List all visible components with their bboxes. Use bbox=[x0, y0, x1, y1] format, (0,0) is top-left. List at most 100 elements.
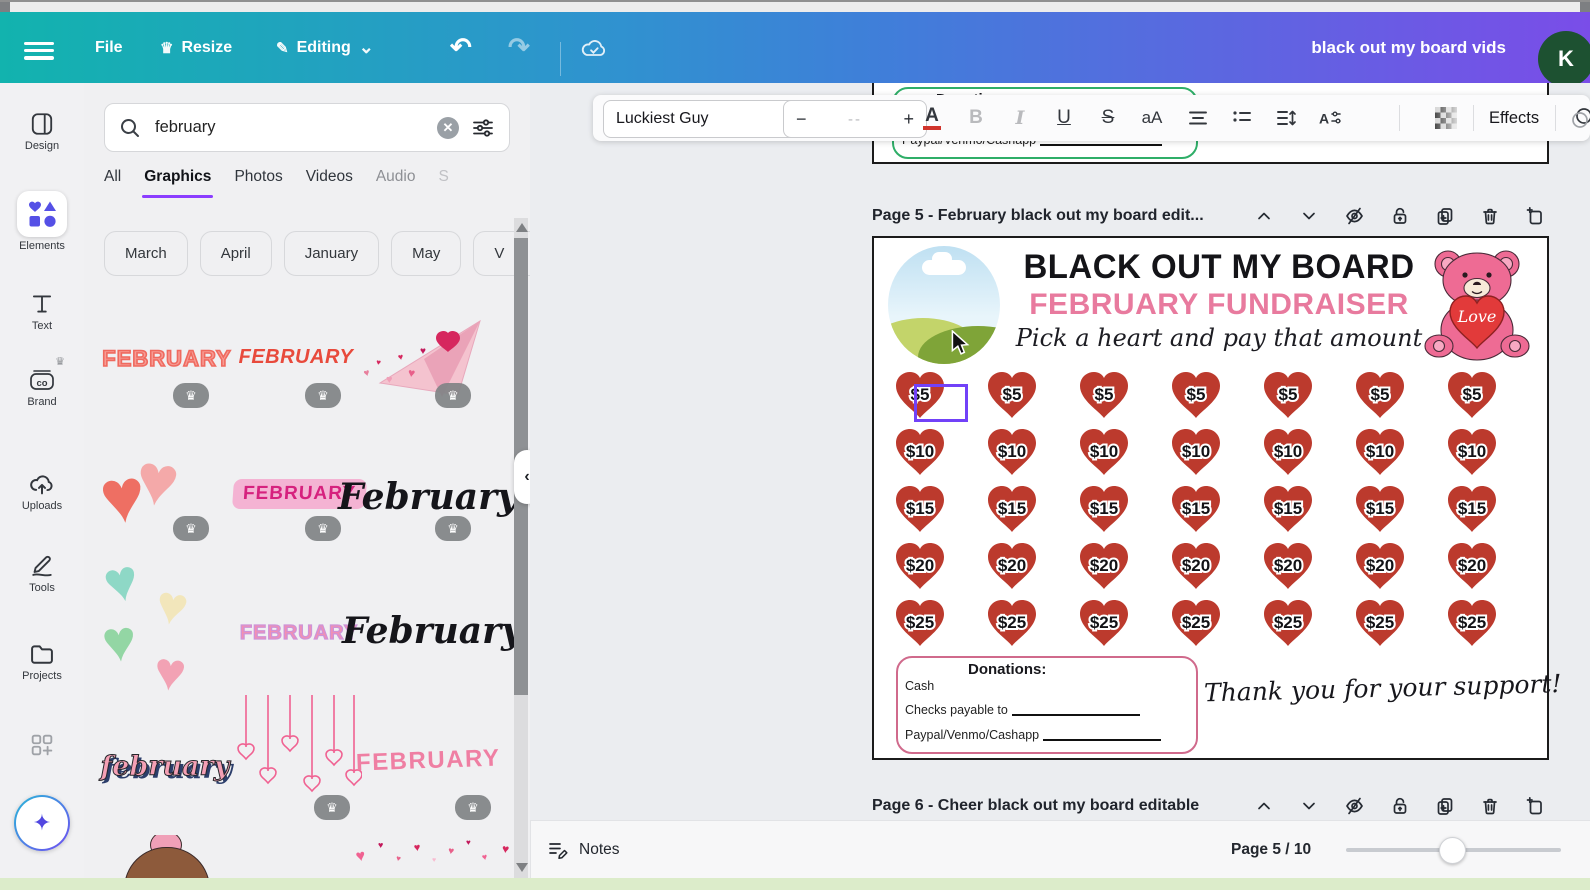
bullet-list-button[interactable] bbox=[1225, 95, 1259, 141]
add-page-icon[interactable] bbox=[1525, 796, 1545, 816]
heart-5-col5[interactable]: $5 bbox=[1260, 370, 1316, 422]
text-color-button[interactable]: A bbox=[915, 95, 949, 141]
sidebar-item-projects[interactable]: Projects bbox=[0, 641, 84, 682]
heart-5-col3[interactable]: $5 bbox=[1076, 370, 1132, 422]
delete-page-icon[interactable] bbox=[1480, 206, 1500, 226]
underline-button[interactable]: U bbox=[1047, 95, 1081, 141]
heart-20-col5[interactable]: $20 bbox=[1260, 541, 1316, 593]
delete-page-icon[interactable] bbox=[1480, 796, 1500, 816]
lock-page-icon[interactable] bbox=[1390, 206, 1410, 226]
effects-button[interactable]: Effects bbox=[1489, 95, 1539, 141]
heart-25-col2[interactable]: $25 bbox=[984, 598, 1040, 650]
move-page-down-icon[interactable] bbox=[1299, 796, 1319, 816]
notes-button[interactable]: Notes bbox=[547, 821, 620, 879]
move-page-up-icon[interactable] bbox=[1254, 206, 1274, 226]
duplicate-page-icon[interactable] bbox=[1435, 206, 1455, 226]
heart-10-col7[interactable]: $10 bbox=[1444, 427, 1500, 479]
magic-ai-button[interactable]: ✦ bbox=[14, 795, 70, 851]
heart-15-col6[interactable]: $15 bbox=[1352, 484, 1408, 536]
heart-25-col1[interactable]: $25 bbox=[892, 598, 948, 650]
graphic-tile-february-brush[interactable]: February bbox=[364, 595, 500, 667]
sidebar-item-brand[interactable]: co ♛ Brand bbox=[0, 365, 84, 408]
graphic-tile-february-coral[interactable]: FEBRUARY bbox=[104, 335, 230, 383]
heart-20-col4[interactable]: $20 bbox=[1168, 541, 1224, 593]
editing-dropdown[interactable]: ✎ Editing ⌄ bbox=[276, 12, 374, 83]
page5-donations-box[interactable]: Donations: Cash Checks payable to Paypal… bbox=[896, 656, 1198, 754]
redo-button[interactable]: ↷ bbox=[508, 12, 530, 83]
graphic-tile-character[interactable] bbox=[120, 835, 212, 878]
heart-5-col7[interactable]: $5 bbox=[1444, 370, 1500, 422]
heart-15-col1[interactable]: $15 bbox=[892, 484, 948, 536]
hide-page-icon[interactable] bbox=[1344, 206, 1365, 226]
sidebar-item-tools[interactable]: Tools bbox=[0, 551, 84, 594]
font-size-increase-button[interactable]: + bbox=[903, 109, 914, 130]
graphic-tile-february-marker[interactable]: FEBRUARY bbox=[362, 735, 494, 787]
add-page-icon[interactable] bbox=[1525, 206, 1545, 226]
page6-header-title[interactable]: Page 6 - Cheer black out my board editab… bbox=[872, 797, 1199, 815]
page5[interactable]: BLACK OUT MY BOARD FEBRUARY FUNDRAISER P… bbox=[872, 236, 1549, 760]
heart-10-col6[interactable]: $10 bbox=[1352, 427, 1408, 479]
heart-20-col1[interactable]: $20 bbox=[892, 541, 948, 593]
heart-25-col3[interactable]: $25 bbox=[1076, 598, 1132, 650]
scroll-down-arrow[interactable] bbox=[516, 863, 528, 872]
heart-10-col3[interactable]: $10 bbox=[1076, 427, 1132, 479]
heart-5-col4[interactable]: $5 bbox=[1168, 370, 1224, 422]
sidebar-item-uploads[interactable]: Uploads bbox=[0, 471, 84, 512]
letter-spacing-button[interactable]: A bbox=[1313, 95, 1347, 141]
resize-button[interactable]: ♛ Resize bbox=[160, 12, 232, 83]
avatar[interactable]: K bbox=[1538, 31, 1590, 87]
font-family-selector[interactable]: Luckiest Guy bbox=[603, 100, 799, 138]
graphic-tile-paper-plane-hearts[interactable]: ♥♥♥♥♥♥ bbox=[362, 315, 492, 407]
font-size-decrease-button[interactable]: − bbox=[796, 109, 807, 130]
sidebar-item-text[interactable]: Text bbox=[0, 291, 84, 332]
heart-15-col3[interactable]: $15 bbox=[1076, 484, 1132, 536]
undo-button[interactable]: ↶ bbox=[450, 12, 472, 83]
scroll-up-arrow[interactable] bbox=[516, 223, 528, 232]
sidebar-item-design[interactable]: Design bbox=[0, 111, 84, 152]
heart-10-col1[interactable]: $10 bbox=[892, 427, 948, 479]
sidebar-item-apps[interactable] bbox=[0, 731, 84, 759]
heart-15-col2[interactable]: $15 bbox=[984, 484, 1040, 536]
page5-header-title[interactable]: Page 5 - February black out my board edi… bbox=[872, 207, 1204, 225]
heart-20-col7[interactable]: $20 bbox=[1444, 541, 1500, 593]
animate-button[interactable] bbox=[1565, 95, 1590, 141]
cloud-save-button[interactable] bbox=[580, 12, 608, 83]
heart-20-col2[interactable]: $20 bbox=[984, 541, 1040, 593]
hide-page-icon[interactable] bbox=[1344, 796, 1365, 816]
graphic-tile-hearts-scatter[interactable]: ♥♥♥♥♥♥♥♥♥♥♥♥♥ bbox=[352, 839, 530, 878]
move-page-up-icon[interactable] bbox=[1254, 796, 1274, 816]
line-spacing-button[interactable] bbox=[1269, 95, 1303, 141]
file-menu[interactable]: File bbox=[95, 12, 123, 83]
hamburger-menu-icon[interactable] bbox=[24, 38, 54, 64]
sidebar-item-elements[interactable]: Elements bbox=[0, 191, 84, 252]
zoom-slider-thumb[interactable] bbox=[1439, 837, 1466, 864]
heart-10-col2[interactable]: $10 bbox=[984, 427, 1040, 479]
heart-10-col4[interactable]: $10 bbox=[1168, 427, 1224, 479]
document-title[interactable]: black out my board vids bbox=[1311, 12, 1506, 83]
heart-25-col4[interactable]: $25 bbox=[1168, 598, 1224, 650]
heart-10-col5[interactable]: $10 bbox=[1260, 427, 1316, 479]
bold-button[interactable]: B bbox=[959, 95, 993, 141]
transparency-button[interactable] bbox=[1435, 107, 1457, 129]
strikethrough-button[interactable]: S bbox=[1091, 95, 1125, 141]
heart-15-col7[interactable]: $15 bbox=[1444, 484, 1500, 536]
heart-15-col5[interactable]: $15 bbox=[1260, 484, 1316, 536]
heart-20-col6[interactable]: $20 bbox=[1352, 541, 1408, 593]
move-page-down-icon[interactable] bbox=[1299, 206, 1319, 226]
lock-page-icon[interactable] bbox=[1390, 796, 1410, 816]
heart-25-col6[interactable]: $25 bbox=[1352, 598, 1408, 650]
alignment-button[interactable] bbox=[1181, 95, 1215, 141]
heart-5-col2[interactable]: $5 bbox=[984, 370, 1040, 422]
duplicate-page-icon[interactable] bbox=[1435, 796, 1455, 816]
italic-button[interactable]: I bbox=[1003, 95, 1037, 141]
font-size-value[interactable]: -- bbox=[848, 111, 862, 128]
graphic-tile-candy-hearts[interactable]: ♥♥♥♥ bbox=[100, 561, 228, 697]
graphic-tile-february-script[interactable]: February bbox=[360, 458, 496, 536]
heart-15-col4[interactable]: $15 bbox=[1168, 484, 1224, 536]
heart-20-col3[interactable]: $20 bbox=[1076, 541, 1132, 593]
heart-5-col6[interactable]: $5 bbox=[1352, 370, 1408, 422]
text-case-button[interactable]: aA bbox=[1135, 95, 1169, 141]
heart-25-col7[interactable]: $25 bbox=[1444, 598, 1500, 650]
heart-25-col5[interactable]: $25 bbox=[1260, 598, 1316, 650]
graphic-tile-february-grunge[interactable]: FEBRUARY bbox=[234, 329, 358, 385]
